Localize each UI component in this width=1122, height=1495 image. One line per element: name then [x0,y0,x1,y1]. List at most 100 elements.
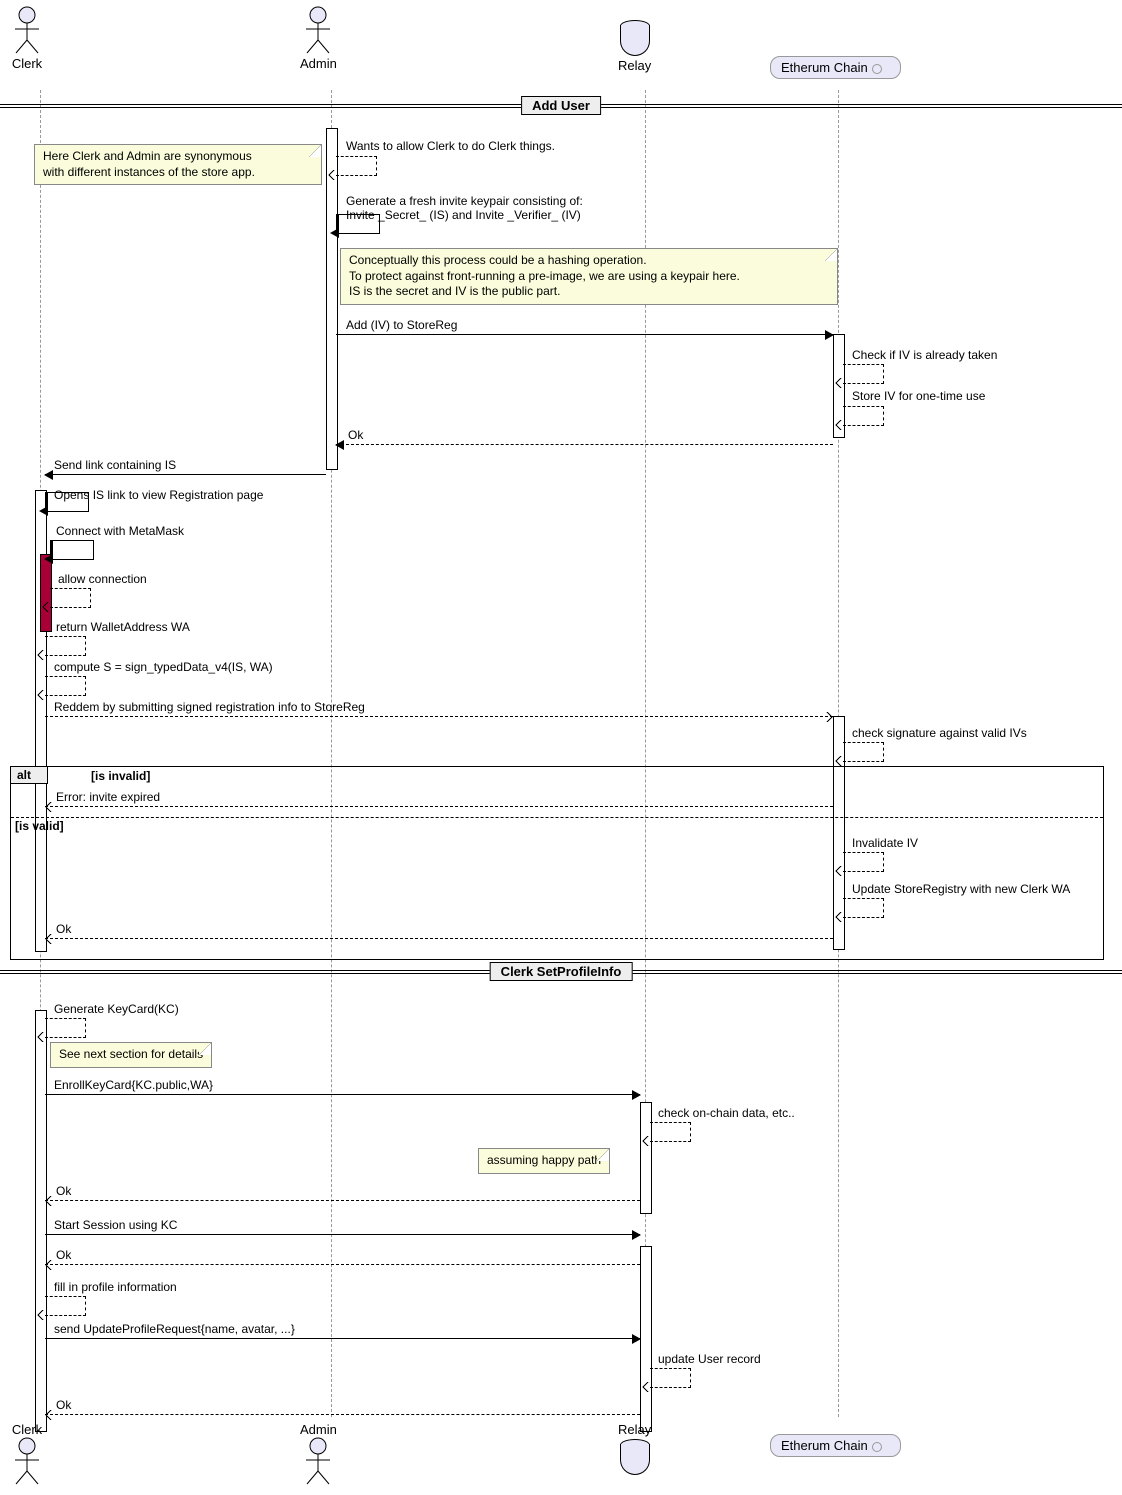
msg-text: Ok [56,1184,71,1198]
arrow [336,334,833,335]
activation-relay-2 [640,1246,652,1432]
participant-label: Etherum Chain [781,60,868,75]
msg-text: Update StoreRegistry with new Clerk WA [852,882,1070,896]
group-title: Clerk SetProfileInfo [490,962,633,981]
person-icon [301,1437,335,1485]
msg-text: update User record [658,1352,761,1366]
entity-icon [872,1442,882,1452]
note-hashing: Conceptually this process could be a has… [340,248,838,305]
msg-check-sig: check signature against valid IVs [852,726,1027,740]
msg-text: Ok [56,1248,71,1262]
msg-text: compute S = sign_typedData_v4(IS, WA) [54,660,273,674]
msg-check-onchain: check on-chain data, etc.. [658,1106,795,1120]
database-icon [620,1439,650,1475]
arrow-self [45,636,86,656]
participant-label: Relay [618,58,651,73]
arrow-self [650,1122,691,1142]
participant-relay-bottom: Relay [618,1420,651,1475]
msg-start-session: Start Session using KC [54,1218,177,1232]
arrow-self [336,156,377,176]
arrow-self [843,364,884,384]
arrow-self [45,676,86,696]
arrow [45,938,833,939]
arrow [45,806,833,807]
msg-check-iv: Check if IV is already taken [852,348,997,362]
msg-text: check on-chain data, etc.. [658,1106,795,1120]
note-next-section: See next section for details [50,1042,212,1068]
actor-admin-bottom: Admin [300,1420,337,1485]
activation-relay-1 [640,1102,652,1214]
arrow-self [45,492,89,512]
actor-label: Clerk [10,56,44,71]
participant-label: Etherum Chain [781,1438,868,1453]
database-icon [620,20,650,56]
entity-icon [872,64,882,74]
msg-text: Ok [56,1398,71,1412]
msg-error: Error: invite expired [56,790,160,804]
msg-compute-s: compute S = sign_typedData_v4(IS, WA) [54,660,273,674]
note-line: IS is the secret and IV is the public pa… [349,284,560,298]
arrow [336,444,833,445]
msg-text: send UpdateProfileRequest{name, avatar, … [54,1322,295,1336]
msg-ok-1: Ok [348,428,363,442]
msg-text: Invalidate IV [852,836,918,850]
person-icon [10,1437,44,1485]
msg-text: EnrollKeyCard{KC.public,WA} [54,1078,213,1092]
group-title: Add User [521,96,601,115]
actor-clerk-bottom: Clerk [10,1420,44,1485]
arrow [45,474,326,475]
arrow-self [45,1018,86,1038]
msg-update-reg: Update StoreRegistry with new Clerk WA [852,882,1070,896]
msg-gen-kc: Generate KeyCard(KC) [54,1002,179,1016]
arrow-self [336,214,380,234]
note-line: assuming happy path [487,1153,601,1167]
actor-clerk-top: Clerk [10,6,44,71]
alt-tag: alt [11,767,48,784]
msg-text: Generate a fresh invite keypair consisti… [346,194,583,208]
msg-text: Wants to allow Clerk to do Clerk things. [346,139,555,153]
group-set-profile: Clerk SetProfileInfo [0,970,1122,974]
msg-send-link: Send link containing IS [54,458,176,472]
msg-text: Store IV for one-time use [852,389,985,403]
alt-guard-2: [is valid] [15,819,64,833]
arrow [45,1414,640,1415]
arrow-self [650,1368,691,1388]
group-add-user: Add User [0,104,1122,108]
arrow [45,1094,640,1095]
arrow [45,1200,640,1201]
msg-text: return WalletAddress WA [56,620,190,634]
arrow-self [45,1296,86,1316]
alt-guard-1: [is invalid] [91,769,150,783]
arrow [45,1234,640,1235]
msg-send-update: send UpdateProfileRequest{name, avatar, … [54,1322,295,1336]
note-synonymous: Here Clerk and Admin are synonymous with… [34,144,322,185]
msg-gen-keypair: Generate a fresh invite keypair consisti… [346,194,583,222]
person-icon [10,6,44,54]
msg-add-iv: Add (IV) to StoreReg [346,318,457,332]
msg-ok-4: Ok [56,1248,71,1262]
msg-wants-allow: Wants to allow Clerk to do Clerk things. [346,139,555,153]
arrow-self [843,852,884,872]
msg-invalidate: Invalidate IV [852,836,918,850]
msg-fill-profile: fill in profile information [54,1280,177,1294]
msg-text: Connect with MetaMask [56,524,184,538]
arrow [45,1338,640,1339]
msg-text: Ok [56,922,71,936]
msg-text: check signature against valid IVs [852,726,1027,740]
msg-store-iv: Store IV for one-time use [852,389,985,403]
note-line: See next section for details [59,1047,203,1061]
arrow [45,1264,640,1265]
arrow-self [843,742,884,762]
arrow-self [843,898,884,918]
actor-label: Admin [300,1422,337,1437]
msg-text: Reddem by submitting signed registration… [54,700,365,714]
note-happy-path: assuming happy path [478,1148,610,1174]
msg-text: Generate KeyCard(KC) [54,1002,179,1016]
msg-text: Invite _Secret_ (IS) and Invite _Verifie… [346,208,581,222]
activation-clerk-2 [35,1010,47,1432]
arrow-self [50,540,94,560]
person-icon [301,6,335,54]
msg-ok-2: Ok [56,922,71,936]
msg-ok-5: Ok [56,1398,71,1412]
note-line: with different instances of the store ap… [43,165,255,179]
